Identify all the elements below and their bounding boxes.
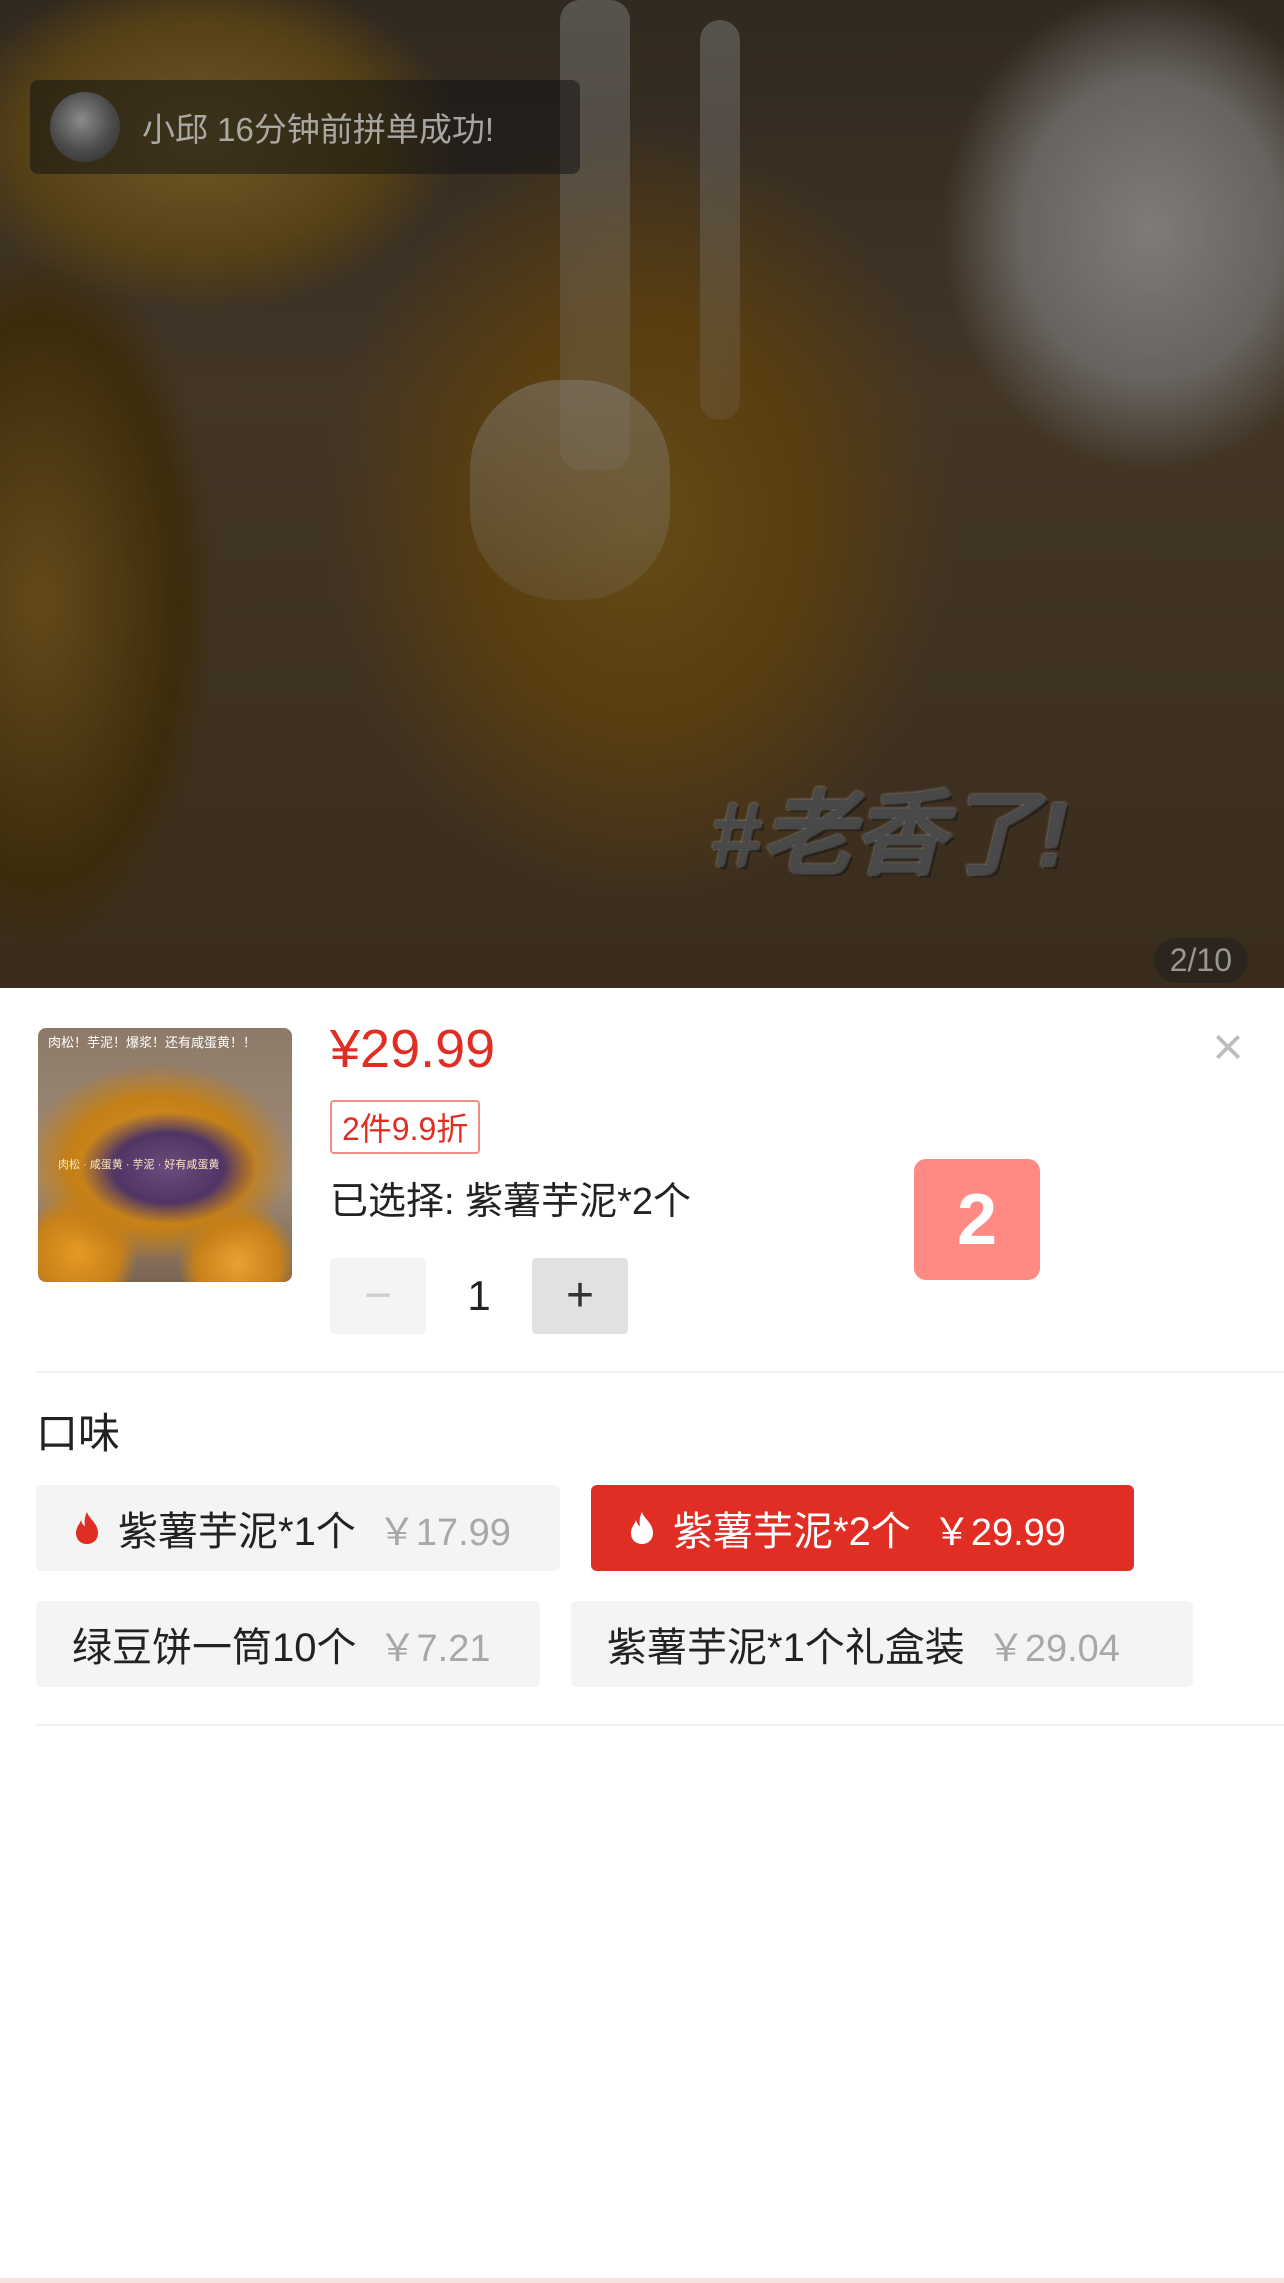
step-badge: 2: [914, 1159, 1040, 1280]
option-price: ￥7.21: [378, 1627, 491, 1670]
image-caption: #老香了!: [710, 784, 1068, 886]
quantity-value[interactable]: 1: [426, 1272, 532, 1320]
quantity-stepper: − 1 +: [330, 1258, 628, 1334]
product-image-carousel[interactable]: 小邱 16分钟前拼单成功! #老香了! 2/10: [0, 0, 1284, 988]
flavor-option[interactable]: 紫薯芋泥*1个礼盒装 ￥29.04: [571, 1601, 1193, 1687]
product-thumbnail[interactable]: 肉松！芋泥！爆浆！还有咸蛋黄！！ 肉松 · 咸蛋黄 · 芋泥 · 好有咸蛋黄: [38, 1028, 292, 1282]
avatar: [50, 92, 120, 162]
option-label: 紫薯芋泥*1个: [118, 1510, 356, 1554]
flavor-option[interactable]: 绿豆饼一筒10个 ￥7.21: [36, 1601, 540, 1687]
fire-icon: [76, 1512, 98, 1544]
selected-spec-text: 已选择: 紫薯芋泥*2个: [330, 1181, 692, 1223]
sku-selector-sheet: 肉松！芋泥！爆浆！还有咸蛋黄！！ 肉松 · 咸蛋黄 · 芋泥 · 好有咸蛋黄 ¥…: [0, 988, 1284, 2283]
option-price: ￥29.04: [986, 1627, 1120, 1670]
image-pager: 2/10: [1153, 938, 1248, 983]
flavor-option-selected[interactable]: 紫薯芋泥*2个 ￥29.99: [591, 1485, 1134, 1571]
divider: [36, 1724, 1284, 1726]
close-icon[interactable]: ×: [1205, 1020, 1251, 1074]
plus-icon: +: [565, 1269, 595, 1322]
option-price: ￥29.99: [932, 1511, 1066, 1554]
fire-icon: [631, 1512, 653, 1544]
divider: [36, 1371, 1284, 1373]
option-label: 紫薯芋泥*2个: [673, 1510, 911, 1554]
flavor-option[interactable]: 紫薯芋泥*1个 ￥17.99: [36, 1485, 560, 1571]
product-price: ¥29.99: [330, 1019, 496, 1079]
minus-button[interactable]: −: [330, 1258, 426, 1334]
minus-icon: −: [363, 1269, 393, 1322]
option-price: ￥17.99: [377, 1511, 511, 1554]
notice-text: 小邱 16分钟前拼单成功!: [142, 111, 495, 148]
promo-badge: 2件9.9折: [330, 1100, 481, 1154]
plus-button[interactable]: +: [532, 1258, 628, 1334]
thumbnail-text: 肉松 · 咸蛋黄 · 芋泥 · 好有咸蛋黄: [58, 1159, 220, 1171]
option-label: 紫薯芋泥*1个礼盒装: [607, 1626, 965, 1670]
option-label: 绿豆饼一筒10个: [72, 1626, 357, 1670]
flavor-section-title: 口味: [36, 1410, 121, 1457]
bottom-edge: [0, 2278, 1284, 2283]
thumbnail-text: 肉松！芋泥！爆浆！还有咸蛋黄！！: [48, 1035, 257, 1050]
group-buy-notice: 小邱 16分钟前拼单成功!: [30, 80, 580, 174]
